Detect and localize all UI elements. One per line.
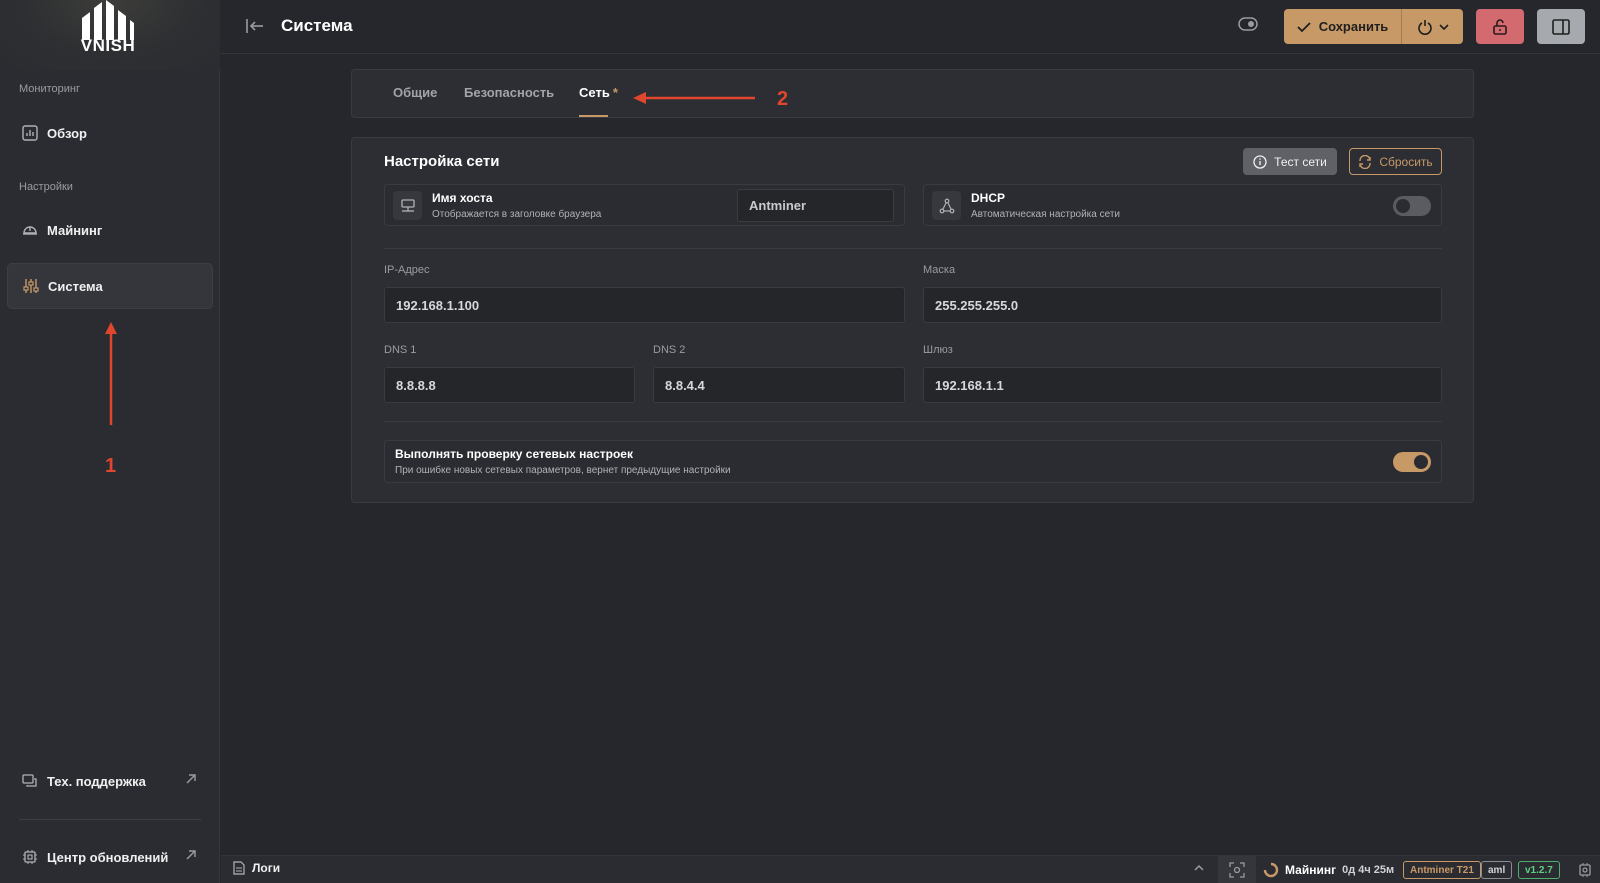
annotation-label-1: 1 — [105, 455, 117, 477]
mining-status: Майнинг 0д 4ч 25м — [1263, 862, 1394, 878]
document-icon — [233, 861, 245, 875]
uptime: 0д 4ч 25м — [1342, 864, 1395, 876]
chevron-up-icon[interactable] — [1193, 862, 1205, 877]
model-badge: Antminer T21 — [1403, 861, 1481, 879]
annotation-overlay — [105, 92, 755, 425]
logs-button[interactable]: Логи — [233, 861, 280, 875]
status-bar: Логи Майнинг 0д 4ч 25м Antminer T21 aml … — [221, 855, 1600, 883]
logs-label: Логи — [252, 861, 281, 875]
annotation-arrow-2 — [633, 92, 755, 104]
annotation-label-2: 2 — [777, 88, 789, 110]
firmware-badge: aml — [1481, 861, 1513, 879]
focus-icon[interactable] — [1218, 856, 1256, 883]
mining-status-label: Майнинг — [1285, 863, 1337, 877]
spinner-icon — [1263, 862, 1279, 878]
version-badge: v1.2.7 — [1518, 861, 1560, 879]
chip-settings-icon[interactable] — [1577, 862, 1593, 881]
annotation-arrow-1 — [105, 322, 117, 425]
